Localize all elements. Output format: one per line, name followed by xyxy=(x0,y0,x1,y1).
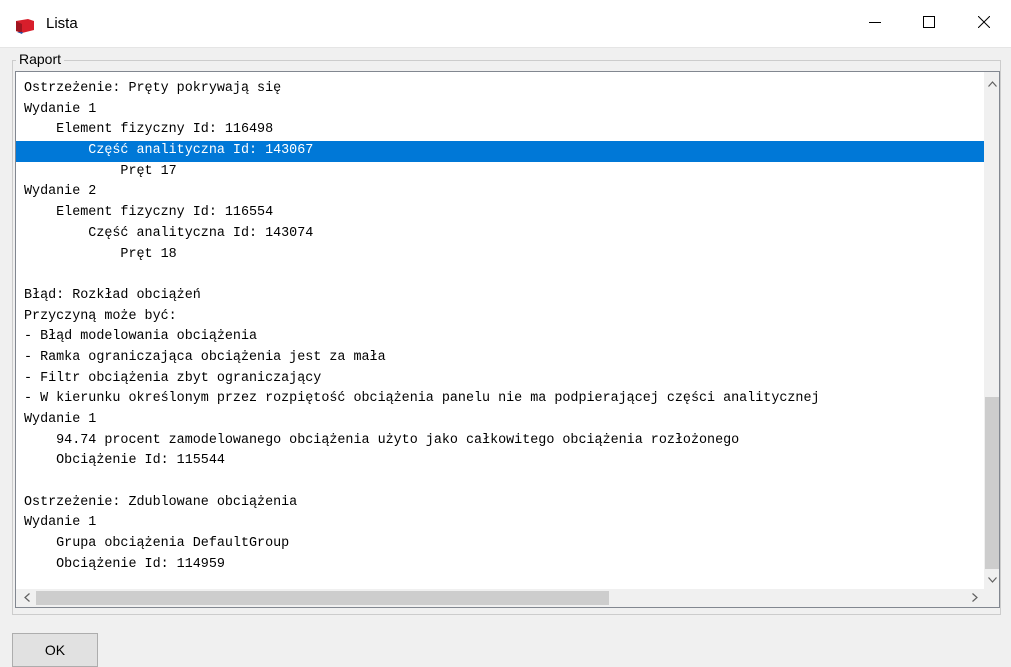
report-line-text: Błąd: Rozkład obciążeń xyxy=(24,287,201,303)
report-line-text: - Filtr obciążenia zbyt ograniczający xyxy=(24,370,322,386)
report-line[interactable]: - W kierunku określonym przez rozpiętość… xyxy=(24,389,981,410)
report-line-text: Pręt 17 xyxy=(24,163,177,179)
report-line[interactable]: Pręt 17 xyxy=(24,162,981,183)
report-line[interactable]: - Ramka ograniczająca obciążenia jest za… xyxy=(24,348,981,369)
report-line[interactable] xyxy=(24,472,981,493)
vertical-scrollbar[interactable] xyxy=(984,72,999,589)
report-line[interactable]: Grupa obciążenia DefaultGroup xyxy=(24,534,981,555)
chevron-left-icon xyxy=(23,589,30,607)
report-line-text: 94.74 procent zamodelowanego obciążenia … xyxy=(24,432,740,448)
report-line[interactable]: Wydanie 2 xyxy=(24,182,981,203)
close-icon xyxy=(977,15,991,33)
report-line[interactable]: Element fizyczny Id: 116554 xyxy=(24,203,981,224)
report-line[interactable]: - Filtr obciążenia zbyt ograniczający xyxy=(24,369,981,390)
scrollbar-corner xyxy=(984,589,999,607)
report-line-text: Grupa obciążenia DefaultGroup xyxy=(24,536,290,552)
report-line[interactable]: Obciążenie Id: 114959 xyxy=(24,555,981,576)
report-line[interactable] xyxy=(24,265,981,286)
chevron-right-icon xyxy=(971,589,978,607)
lista-window: Lista Raport Ostrzeżenie: Pręty pokrywaj… xyxy=(0,0,1011,667)
chevron-down-icon xyxy=(988,570,997,588)
horizontal-scroll-thumb[interactable] xyxy=(36,591,609,605)
horizontal-scrollbar[interactable] xyxy=(16,589,984,607)
ok-button[interactable]: OK xyxy=(12,633,98,667)
report-line[interactable]: Wydanie 1 xyxy=(24,410,981,431)
report-line-text: Ostrzeżenie: Zdublowane obciążenia xyxy=(24,494,298,510)
report-line[interactable]: Błąd: Rozkład obciążeń xyxy=(24,286,981,307)
report-line-text: Obciążenie Id: 114959 xyxy=(24,556,225,572)
report-line[interactable]: Pręt 18 xyxy=(24,245,981,266)
report-lines: Ostrzeżenie: Pręty pokrywają się Wydanie … xyxy=(16,79,989,576)
report-line-text: - Błąd modelowania obciążenia xyxy=(24,329,258,345)
red-book-icon xyxy=(14,18,36,34)
report-line[interactable]: Wydanie 1 xyxy=(24,513,981,534)
report-line-text: Obciążenie Id: 115544 xyxy=(24,453,225,469)
vertical-scroll-thumb[interactable] xyxy=(985,397,999,569)
report-line[interactable]: 94.74 procent zamodelowanego obciążenia … xyxy=(24,431,981,452)
report-line-text: Element fizyczny Id: 116498 xyxy=(24,122,274,138)
report-line-text: Ostrzeżenie: Pręty pokrywają się xyxy=(24,81,282,96)
minimize-icon xyxy=(869,15,881,33)
report-group-label: Raport xyxy=(16,51,65,67)
report-line-text: - W kierunku określonym przez rozpiętość… xyxy=(24,391,820,407)
report-line[interactable]: Obciążenie Id: 115544 xyxy=(24,451,981,472)
window-title: Lista xyxy=(46,15,78,32)
maximize-button[interactable] xyxy=(900,0,958,47)
scroll-left-arrow[interactable] xyxy=(18,589,35,607)
report-line-text: Element fizyczny Id: 116554 xyxy=(24,205,274,221)
report-line[interactable]: Przyczyną może być: xyxy=(24,307,981,328)
report-line-text: Wydanie 1 xyxy=(24,515,97,531)
report-line[interactable]: Część analityczna Id: 143074 xyxy=(24,224,981,245)
title-bar[interactable]: Lista xyxy=(0,0,1011,48)
report-line[interactable]: Wydanie 1 xyxy=(24,100,981,121)
report-line-text: Część analityczna Id: 143074 xyxy=(24,225,314,241)
report-line[interactable]: Element fizyczny Id: 116498 xyxy=(24,120,981,141)
report-line-text: Część analityczna Id: 143067 xyxy=(24,143,314,159)
report-line-text: Wydanie 1 xyxy=(24,412,97,427)
scroll-down-arrow[interactable] xyxy=(984,570,999,588)
close-button[interactable] xyxy=(955,0,1011,47)
chevron-up-icon xyxy=(988,74,997,92)
scroll-right-arrow[interactable] xyxy=(966,589,983,607)
scroll-up-arrow[interactable] xyxy=(984,74,999,92)
maximize-icon xyxy=(923,15,935,33)
report-line-text: - Ramka ograniczająca obciążenia jest za… xyxy=(24,349,386,365)
report-line-text: Wydanie 2 xyxy=(24,184,97,200)
report-listbox[interactable]: Ostrzeżenie: Pręty pokrywają się Wydanie … xyxy=(15,71,1000,608)
report-line[interactable]: Ostrzeżenie: Pręty pokrywają się xyxy=(24,79,981,100)
report-line[interactable]: Część analityczna Id: 143067 xyxy=(16,141,989,162)
report-line[interactable]: Ostrzeżenie: Zdublowane obciążenia xyxy=(24,493,981,514)
report-line[interactable]: - Błąd modelowania obciążenia xyxy=(24,327,981,348)
report-line-text: Wydanie 1 xyxy=(24,101,97,117)
report-line-text: Przyczyną może być: xyxy=(24,308,177,324)
minimize-button[interactable] xyxy=(846,0,904,47)
report-line-text: Pręt 18 xyxy=(24,246,177,262)
